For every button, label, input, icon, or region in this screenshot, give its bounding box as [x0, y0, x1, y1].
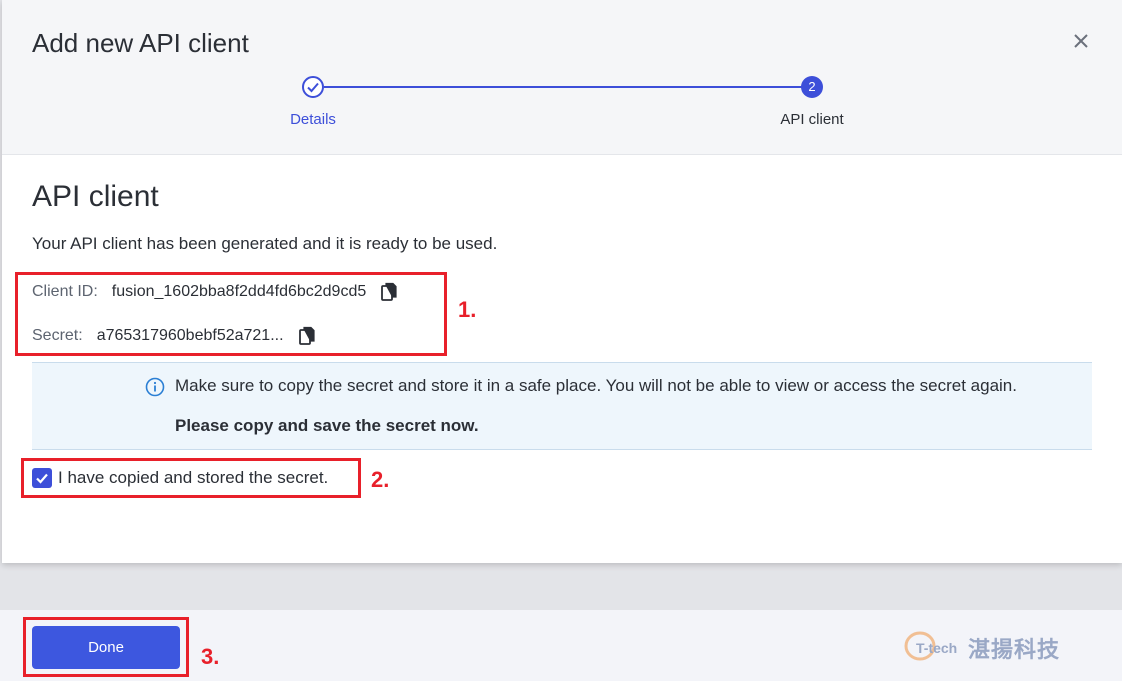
annotation-box-checkbox — [21, 458, 361, 498]
svg-text:T-tech: T-tech — [916, 640, 957, 656]
step-details-check-icon[interactable] — [302, 76, 324, 98]
stepper-line — [324, 86, 802, 88]
annotation-number-1: 1. — [458, 297, 477, 322]
watermark-text: 湛揚科技 — [968, 637, 1061, 662]
section-description: Your API client has been generated and i… — [32, 234, 498, 253]
step-details-label[interactable]: Details — [253, 111, 373, 128]
info-icon — [145, 377, 165, 397]
watermark: T-tech 湛揚科技 — [902, 628, 1102, 668]
modal-header: Add new API client 2 Details API client — [2, 0, 1122, 155]
close-icon[interactable] — [1070, 30, 1092, 52]
info-message: Make sure to copy the secret and store i… — [175, 376, 1017, 395]
step-api-client-number: 2 — [801, 76, 823, 98]
modal-title: Add new API client — [32, 28, 249, 58]
annotation-box-credentials — [15, 272, 447, 356]
step-api-client-label: API client — [780, 111, 844, 128]
annotation-box-done — [23, 617, 189, 677]
info-banner: Make sure to copy the secret and store i… — [32, 362, 1092, 450]
section-title: API client — [32, 180, 159, 213]
info-emphasis: Please copy and save the secret now. — [175, 416, 479, 435]
annotation-number-3: 3. — [201, 644, 220, 669]
annotation-number-2: 2. — [371, 467, 390, 492]
watermark-logo-icon: T-tech — [902, 628, 964, 669]
